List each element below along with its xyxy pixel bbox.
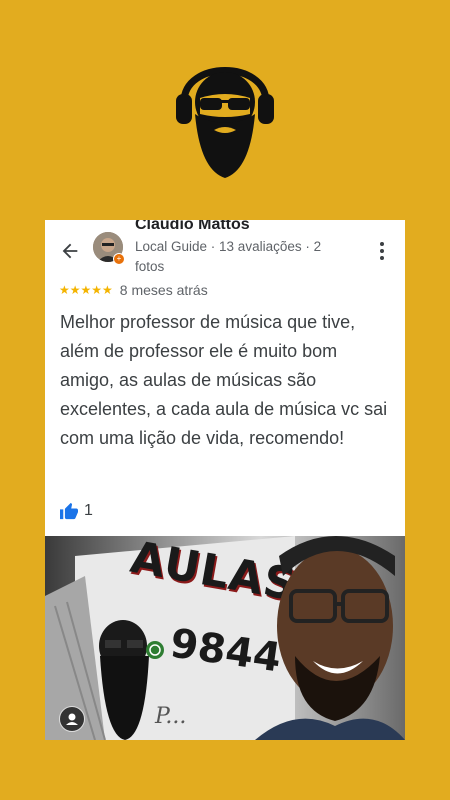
man-selfie-icon [255,536,405,740]
review-card: + Claudio Mattos Local Guide · 13 avalia… [45,220,405,740]
thumbs-up-icon [60,502,78,520]
dj-logo-icon [176,67,274,178]
review-photo[interactable]: AULAS 9844 P... [45,536,405,740]
more-options-icon[interactable] [379,242,385,260]
star-rating: ★★★★★ [59,283,113,297]
review-text: Melhor professor de música que tive, alé… [60,312,388,448]
local-guide-badge-icon: + [113,253,125,265]
back-arrow-icon[interactable] [59,240,81,262]
like-button[interactable]: 1 [59,502,93,520]
author-meta: Local Guide · 13 avaliações · 2 fotos [135,239,322,274]
author-name[interactable]: Claudio Mattos [135,220,250,234]
user-photo-badge-icon[interactable] [59,706,85,732]
rating-row: ★★★★★ 8 meses atrás [59,282,208,298]
whatsapp-icon [146,641,164,659]
photo-sign-script: P... [155,704,187,729]
review-date: 8 meses atrás [119,282,208,298]
like-count: 1 [84,502,93,519]
